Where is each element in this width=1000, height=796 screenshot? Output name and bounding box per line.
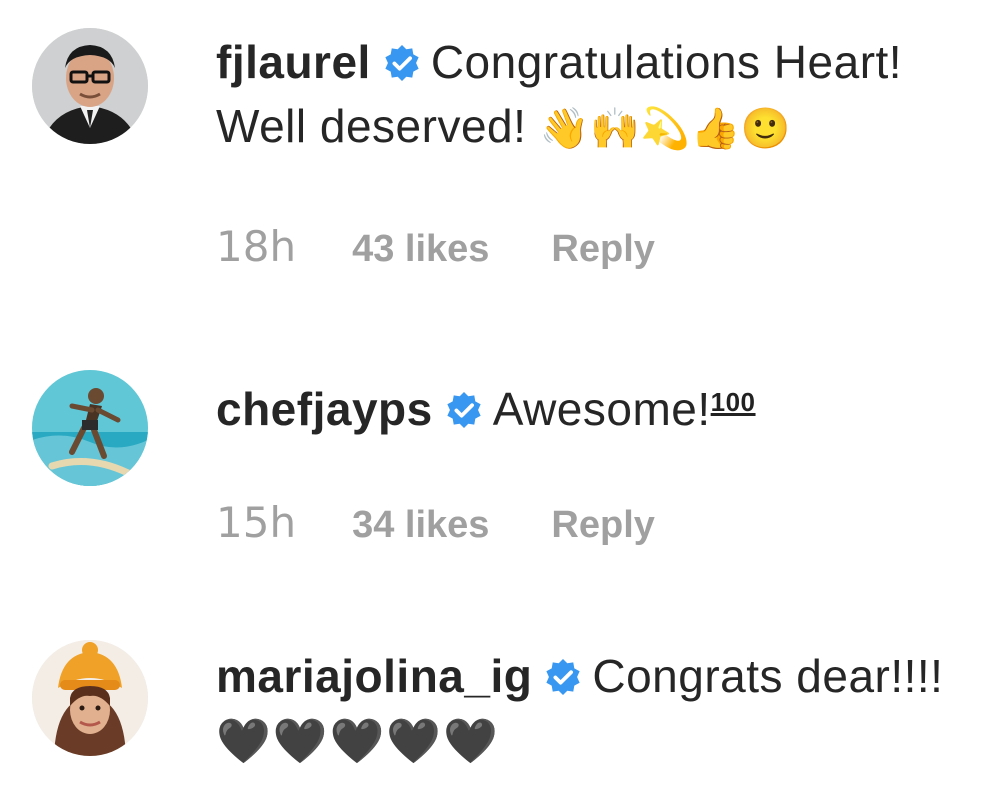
comment-body: chefjayps Awesome!100 (216, 370, 986, 441)
avatar[interactable] (32, 640, 148, 756)
comment-body: fjlaurel Congratulations Heart! Well dese… (216, 30, 986, 161)
avatar[interactable] (32, 28, 148, 144)
comment-body: mariajolina_ig Congrats dear!!!! 🖤🖤🖤🖤🖤 (216, 644, 986, 774)
comment-username[interactable]: fjlaurel (216, 36, 371, 88)
comment-text: Congrats dear!!!! (592, 650, 944, 702)
comment-username[interactable]: chefjayps (216, 383, 433, 435)
avatar-woman-orange-hat-icon (32, 640, 148, 756)
hundred-points-emoji: 100 (710, 387, 756, 417)
comment-text: Awesome! (492, 383, 711, 435)
comment-timestamp[interactable]: 15h (216, 498, 296, 547)
avatar[interactable] (32, 370, 148, 486)
verified-badge-icon (544, 658, 582, 696)
avatar-man-glasses-icon (32, 28, 148, 144)
comment-likes[interactable]: 34 likes (352, 504, 489, 546)
verified-badge-icon (445, 391, 483, 429)
black-hearts-emoji: 🖤🖤🖤🖤🖤 (216, 717, 500, 766)
comment-meta: 15h 34 likes Reply (216, 498, 655, 547)
avatar-surfer-beach-icon (32, 370, 148, 486)
verified-badge-icon (383, 44, 421, 82)
comment-username[interactable]: mariajolina_ig (216, 650, 532, 702)
comment-meta: 18h 43 likes Reply (216, 222, 655, 271)
reply-button[interactable]: Reply (551, 228, 654, 270)
comment-timestamp[interactable]: 18h (216, 222, 296, 271)
reply-button[interactable]: Reply (551, 504, 654, 546)
comment-emoji: 👋🙌💫👍🙂 (539, 106, 792, 152)
comment-likes[interactable]: 43 likes (352, 228, 489, 270)
